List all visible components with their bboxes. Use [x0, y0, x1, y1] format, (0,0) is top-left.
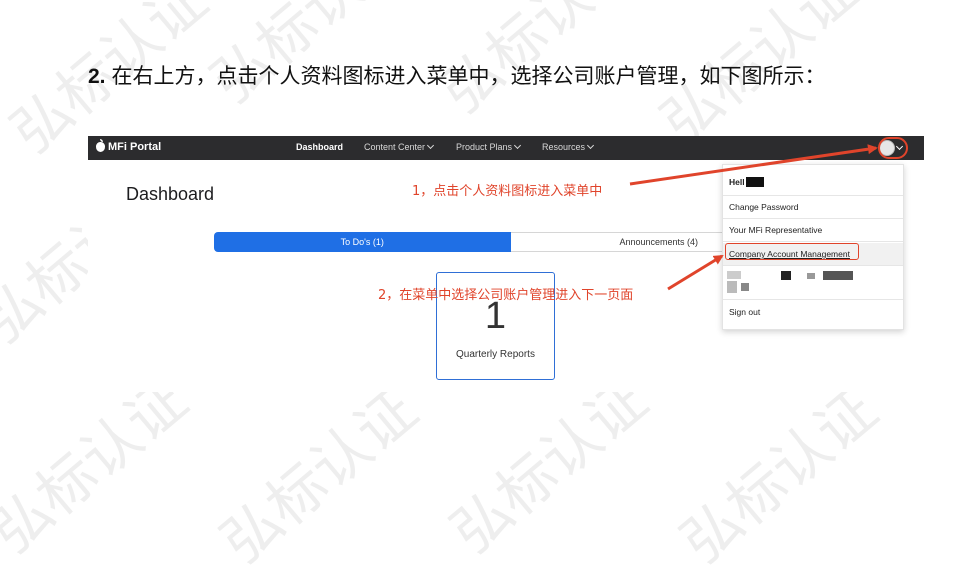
chevron-down-icon	[427, 141, 435, 150]
menu-mfi-representative[interactable]: Your MFi Representative	[729, 225, 822, 235]
watermark: 弘标认证	[208, 375, 430, 577]
menu-divider	[723, 195, 903, 196]
menu-divider	[723, 299, 903, 300]
company-account-highlight-box	[725, 243, 859, 260]
hello-label: Hell	[729, 177, 745, 187]
nav-content-center-label: Content Center	[364, 142, 426, 152]
nav-dashboard-label: Dashboard	[296, 142, 344, 152]
brand[interactable]: MFi Portal	[96, 139, 162, 153]
nav-resources-label: Resources	[542, 142, 586, 152]
page-title: Dashboard	[126, 184, 215, 204]
hello-greeting: Hell	[729, 177, 764, 187]
profile-dropdown-menu: Hell Change Password Your MFi Representa…	[722, 164, 904, 330]
annotation-step-1: 1，点击个人资料图标进入菜单中	[412, 184, 603, 199]
nav-resources[interactable]: Resources	[542, 141, 595, 152]
nav-product-plans-label: Product Plans	[456, 142, 513, 152]
nav-content-center[interactable]: Content Center	[364, 141, 435, 152]
step-number: 2.	[88, 65, 106, 88]
step-heading: 2. 在右上方，点击个人资料图标进入菜单中，选择公司账户管理，如下图所示：	[88, 60, 826, 90]
step-text: 在右上方，点击个人资料图标进入菜单中，选择公司账户管理，如下图所示：	[111, 64, 826, 88]
nav-product-plans[interactable]: Product Plans	[456, 141, 522, 152]
redacted-name	[745, 177, 764, 187]
portal-screenshot: MFi Portal Dashboard Content Center Prod…	[88, 136, 924, 392]
report-label: Quarterly Reports	[456, 349, 535, 360]
tab-todos[interactable]: To Do's (1)	[214, 232, 511, 252]
brand-label: MFi Portal	[108, 141, 162, 153]
apple-logo-icon	[96, 139, 105, 152]
menu-divider	[723, 265, 903, 266]
chevron-down-icon	[513, 141, 522, 150]
pixelated-redaction	[727, 269, 867, 297]
profile-highlight-ring	[878, 137, 908, 159]
menu-divider	[723, 218, 903, 219]
menu-divider	[723, 241, 903, 242]
watermark: 弘标认证	[668, 375, 890, 577]
menu-sign-out[interactable]: Sign out	[729, 307, 760, 317]
tab-todos-label: To Do's (1)	[340, 237, 384, 247]
chevron-down-icon	[586, 141, 595, 150]
dashboard-tabs: To Do's (1) Announcements (4)	[214, 232, 808, 252]
menu-change-password[interactable]: Change Password	[729, 202, 798, 212]
top-navbar: MFi Portal Dashboard Content Center Prod…	[88, 136, 924, 160]
annotation-step-2: 2，在菜单中选择公司账户管理进入下一页面	[378, 288, 634, 303]
tab-announcements-label: Announcements (4)	[619, 237, 699, 247]
nav-dashboard[interactable]: Dashboard	[296, 142, 343, 152]
